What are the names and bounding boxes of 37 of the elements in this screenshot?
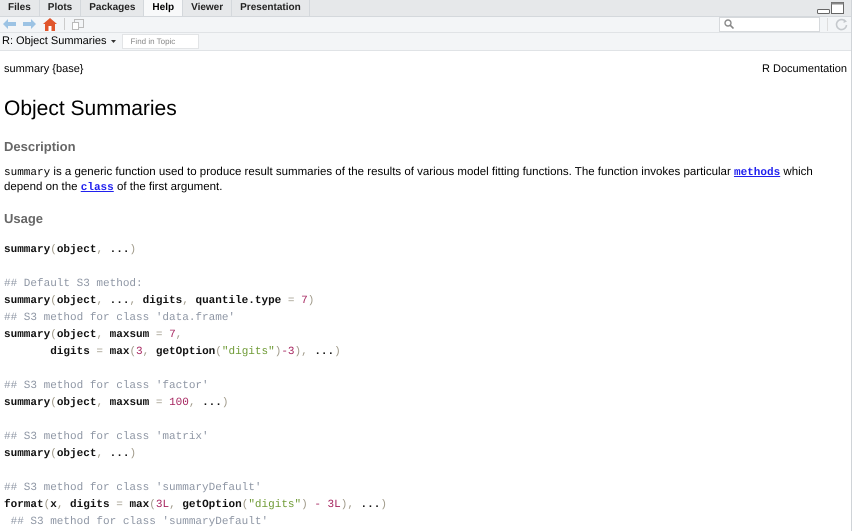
doc-link[interactable]: class (80, 182, 114, 194)
documentation-label: R Documentation (762, 62, 847, 76)
forward-arrow-icon[interactable] (23, 19, 36, 30)
package-label: summary {base} (4, 62, 84, 76)
code-line: format(x, digits = max(3L, getOption("digits") - 3L), ...) (4, 498, 387, 513)
doc-link[interactable]: methods (734, 166, 780, 178)
panel-tab[interactable]: Files (0, 0, 40, 16)
search-field[interactable] (719, 16, 820, 32)
code-line: summary(object, ...) (4, 447, 136, 462)
code-line: ## S3 method for class 'summaryDefault' (10, 515, 268, 530)
popout-window-icon[interactable] (72, 18, 84, 30)
find-in-topic-field[interactable]: Find in Topic (122, 34, 199, 49)
code-line: summary(object, maxsum = 7, (4, 328, 182, 343)
panel-tab[interactable]: Help (144, 0, 184, 16)
panel-tab[interactable]: Plots (40, 0, 82, 16)
caret-icon (110, 40, 116, 43)
minimize-icon[interactable] (817, 8, 830, 14)
code-line: summary(object, ..., digits, quantile.type = 7) (4, 294, 314, 309)
code-line: ## S3 method for class 'summaryDefault' (4, 481, 262, 496)
section-heading: Usage (4, 210, 44, 228)
description-text: summary is a generic function used to produce result summaries of the results of various model fitting functions. The function invokes particular methods which depend on the class of the first argument. (4, 164, 814, 194)
code-line: ## S3 method for class 'data.frame' (4, 311, 236, 326)
code-line: ## S3 method for class 'matrix' (4, 430, 209, 445)
search-icon (724, 19, 734, 30)
maximize-icon[interactable] (831, 2, 844, 14)
code-line: digits = max(3, getOption("digits")-3), ...) (49, 345, 341, 360)
panel-tab[interactable]: Viewer (183, 0, 232, 16)
code-line: summary(object, ...) (4, 243, 136, 258)
panel-tab[interactable]: Presentation (232, 0, 310, 16)
back-arrow-icon[interactable] (3, 19, 16, 30)
home-icon[interactable] (43, 18, 57, 31)
topic-dropdown[interactable]: R: Object Summaries (2, 33, 116, 50)
code-line: ## S3 method for class 'factor' (4, 379, 209, 394)
section-heading: Description (4, 138, 77, 156)
page-title: Object Summaries (4, 96, 178, 122)
code-line: ## Default S3 method: (4, 277, 143, 292)
code-line: summary(object, maxsum = 100, ...) (4, 396, 228, 411)
